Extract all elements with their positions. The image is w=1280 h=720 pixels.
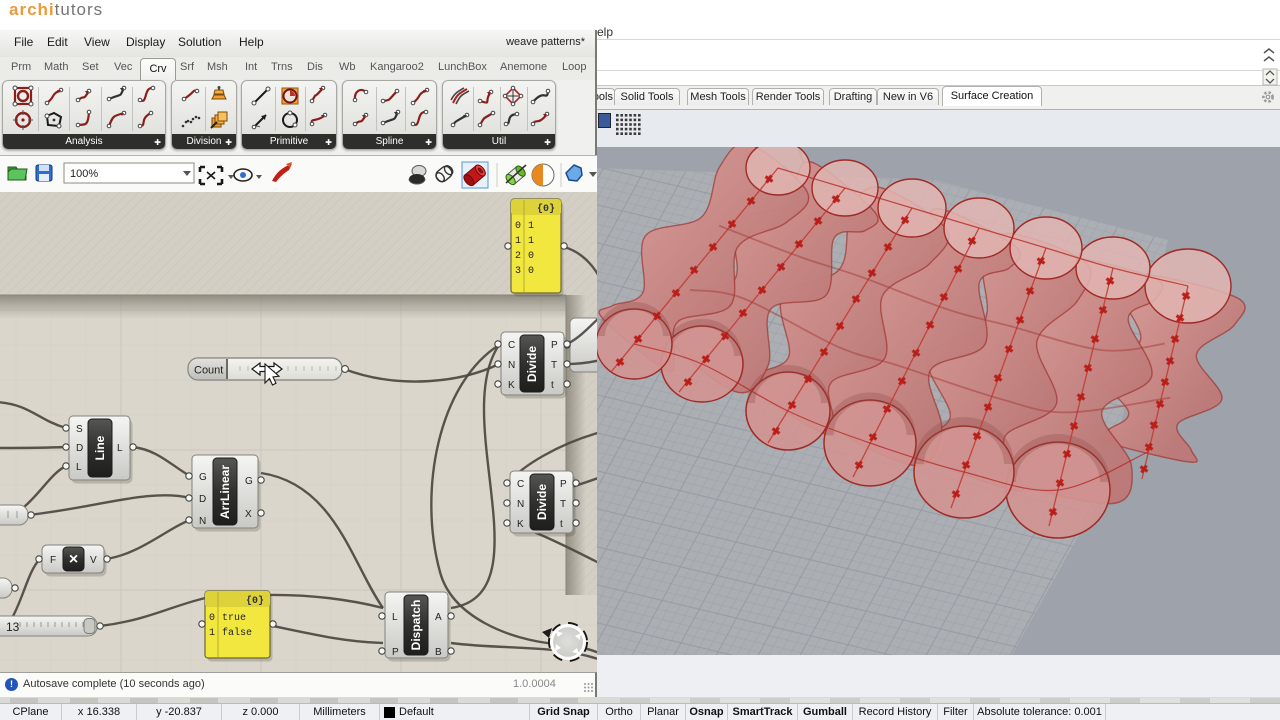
- svg-text:G: G: [199, 472, 207, 483]
- svg-text:P: P: [392, 647, 399, 658]
- svg-text:Count: Count: [194, 365, 223, 377]
- svg-text:K: K: [508, 380, 515, 391]
- svg-text:N: N: [508, 360, 515, 371]
- svg-text:false: false: [222, 627, 252, 639]
- svg-text:1: 1: [515, 236, 521, 247]
- svg-text:L: L: [117, 443, 123, 454]
- svg-text:Dispatch: Dispatch: [409, 600, 423, 651]
- svg-text:Divide: Divide: [525, 346, 539, 382]
- svg-text:C: C: [508, 340, 515, 351]
- svg-text:D: D: [199, 494, 206, 505]
- svg-text:13: 13: [6, 620, 20, 634]
- svg-text:3: 3: [515, 266, 521, 277]
- svg-text:V: V: [90, 555, 97, 566]
- svg-text:X: X: [245, 509, 252, 520]
- svg-text:G: G: [245, 476, 253, 487]
- svg-text:0: 0: [515, 221, 521, 232]
- svg-text:2: 2: [515, 251, 521, 262]
- svg-text:1: 1: [528, 236, 534, 247]
- svg-text:0: 0: [209, 613, 215, 624]
- svg-text:N: N: [199, 516, 206, 527]
- svg-text:Divide: Divide: [535, 484, 549, 520]
- svg-text:T: T: [551, 360, 557, 371]
- svg-text:D: D: [76, 443, 83, 454]
- svg-text:Line: Line: [93, 435, 107, 460]
- svg-text:F: F: [50, 555, 56, 566]
- svg-text:t: t: [551, 380, 554, 391]
- svg-text:S: S: [76, 424, 83, 435]
- svg-text:N: N: [517, 499, 524, 510]
- svg-text:T: T: [560, 499, 566, 510]
- svg-text:0: 0: [528, 251, 534, 262]
- svg-text:L: L: [392, 612, 398, 623]
- svg-text:{0}: {0}: [537, 203, 555, 215]
- svg-text:P: P: [560, 479, 567, 490]
- svg-text:0: 0: [528, 266, 534, 277]
- svg-text:{0}: {0}: [246, 595, 264, 607]
- svg-text:K: K: [517, 519, 524, 530]
- svg-text:true: true: [222, 613, 246, 624]
- svg-text:ArrLinear: ArrLinear: [218, 465, 232, 519]
- svg-text:C: C: [517, 479, 524, 490]
- svg-text:L: L: [76, 462, 82, 473]
- svg-text:P: P: [551, 340, 558, 351]
- svg-text:1: 1: [528, 221, 534, 232]
- svg-text:×: ×: [69, 551, 78, 568]
- svg-text:B: B: [435, 647, 442, 658]
- svg-text:A: A: [435, 612, 442, 623]
- svg-text:t: t: [560, 519, 563, 530]
- svg-text:1: 1: [209, 628, 215, 639]
